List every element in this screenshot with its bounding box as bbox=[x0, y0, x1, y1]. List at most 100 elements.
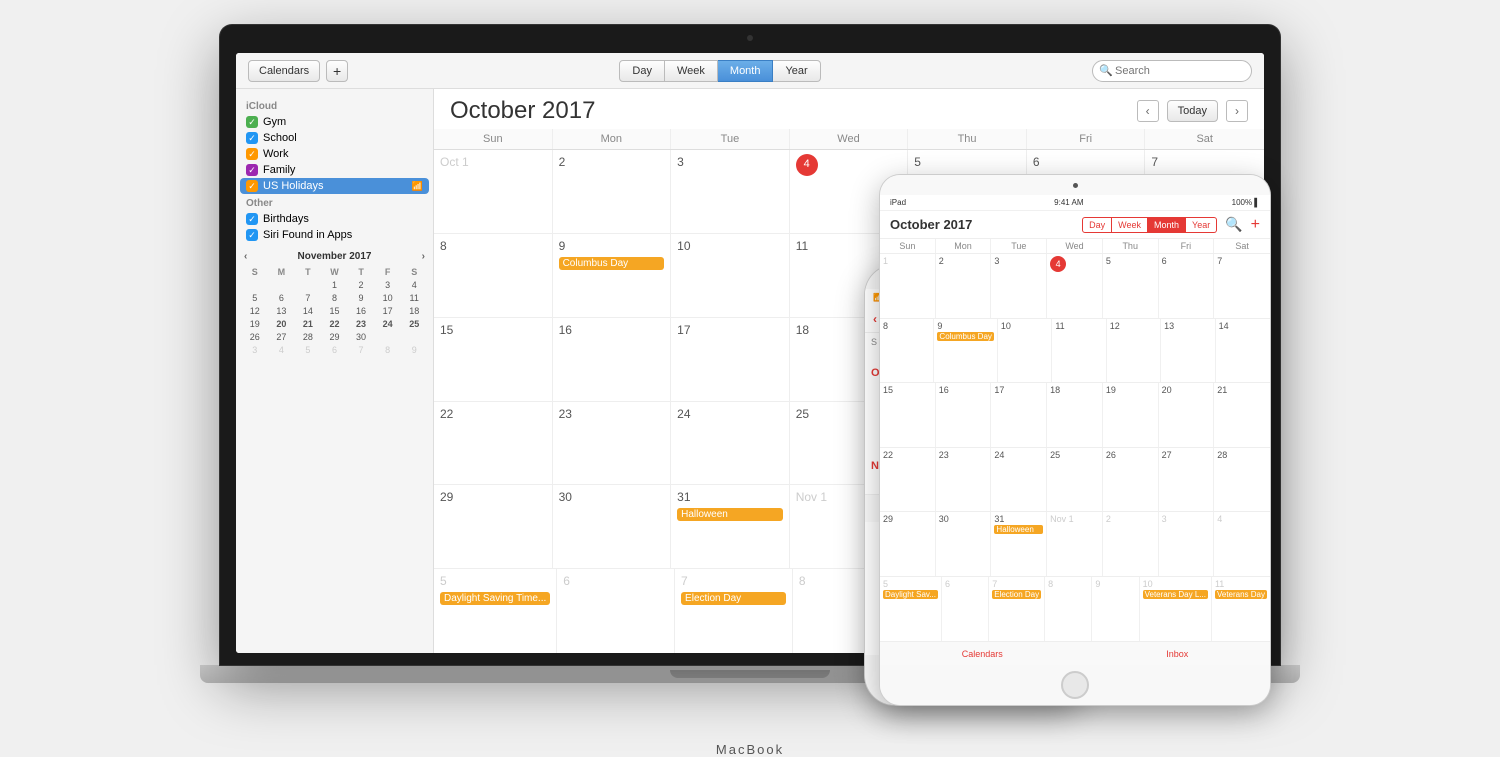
mini-cell[interactable]: 22 bbox=[322, 318, 348, 330]
table-row[interactable]: 30 bbox=[936, 512, 992, 576]
mini-cell[interactable]: 6 bbox=[322, 344, 348, 356]
mini-cell[interactable]: 21 bbox=[295, 318, 321, 330]
prev-month-button[interactable]: ‹ bbox=[1137, 100, 1159, 122]
table-row[interactable]: 4 bbox=[1214, 512, 1270, 576]
mini-cell[interactable] bbox=[269, 279, 295, 291]
table-row[interactable]: 31 Halloween bbox=[671, 485, 790, 568]
mini-cell[interactable]: 4 bbox=[269, 344, 295, 356]
table-row[interactable]: 28 bbox=[1214, 448, 1270, 512]
table-row[interactable]: 30 bbox=[553, 485, 672, 568]
columbus-day-event[interactable]: Columbus Day bbox=[559, 257, 665, 270]
ipad-veterans-event2[interactable]: Veterans Day bbox=[1215, 590, 1267, 599]
table-row[interactable]: 20 bbox=[1159, 383, 1215, 447]
sidebar-item-gym[interactable]: ✓ Gym bbox=[236, 114, 433, 130]
birthdays-checkbox[interactable]: ✓ bbox=[246, 213, 258, 225]
ipad-add-icon[interactable]: + bbox=[1251, 216, 1260, 234]
sidebar-item-school[interactable]: ✓ School bbox=[236, 130, 433, 146]
ipad-home-button[interactable] bbox=[1061, 671, 1089, 699]
mini-cell[interactable]: 17 bbox=[375, 305, 401, 317]
mini-cell[interactable]: 3 bbox=[242, 344, 268, 356]
mini-cell[interactable]: 4 bbox=[401, 279, 427, 291]
mini-cell[interactable]: 12 bbox=[242, 305, 268, 317]
table-row[interactable]: 26 bbox=[1103, 448, 1159, 512]
table-row[interactable]: 8 bbox=[434, 234, 553, 317]
table-row[interactable]: 7 Election Day bbox=[675, 569, 793, 653]
table-row[interactable]: 6 bbox=[557, 569, 675, 653]
table-row[interactable]: 22 bbox=[434, 402, 553, 485]
mini-cell[interactable]: 30 bbox=[348, 331, 374, 343]
family-checkbox[interactable]: ✓ bbox=[246, 164, 258, 176]
table-row[interactable]: 3 bbox=[1159, 512, 1215, 576]
table-row[interactable]: 16 bbox=[553, 318, 672, 401]
table-row[interactable]: 23 bbox=[936, 448, 992, 512]
table-row[interactable]: 29 bbox=[880, 512, 936, 576]
table-row[interactable]: 18 bbox=[1047, 383, 1103, 447]
ipad-month-btn[interactable]: Month bbox=[1148, 217, 1186, 233]
table-row[interactable]: Oct 1 bbox=[434, 150, 553, 233]
table-row[interactable]: 3 bbox=[991, 254, 1047, 318]
table-row[interactable]: 16 bbox=[936, 383, 992, 447]
mini-cell[interactable]: 5 bbox=[295, 344, 321, 356]
mini-cell[interactable] bbox=[401, 331, 427, 343]
mini-cell[interactable]: 7 bbox=[295, 292, 321, 304]
table-row[interactable]: 31 Halloween bbox=[991, 512, 1047, 576]
mini-cell[interactable] bbox=[242, 279, 268, 291]
table-row[interactable]: 5 Daylight Sav... bbox=[880, 577, 942, 642]
table-row[interactable]: 4 bbox=[1047, 254, 1103, 318]
sidebar-item-family[interactable]: ✓ Family bbox=[236, 162, 433, 178]
table-row[interactable]: 8 bbox=[880, 319, 934, 383]
sidebar-item-work[interactable]: ✓ Work bbox=[236, 146, 433, 162]
mini-cell[interactable]: 25 bbox=[401, 318, 427, 330]
mini-cell[interactable]: 14 bbox=[295, 305, 321, 317]
halloween-event[interactable]: Halloween bbox=[677, 508, 783, 521]
ipad-calendars-btn[interactable]: Calendars bbox=[962, 649, 1003, 659]
table-row[interactable]: 9 Columbus Day bbox=[934, 319, 997, 383]
table-row[interactable]: 27 bbox=[1159, 448, 1215, 512]
election-day-event[interactable]: Election Day bbox=[681, 592, 786, 605]
table-row[interactable]: 9 Columbus Day bbox=[553, 234, 672, 317]
mini-cell[interactable]: 24 bbox=[375, 318, 401, 330]
table-row[interactable]: 8 bbox=[1045, 577, 1092, 642]
mini-cell[interactable]: 16 bbox=[348, 305, 374, 317]
table-row[interactable]: 24 bbox=[671, 402, 790, 485]
ipad-dst-event[interactable]: Daylight Sav... bbox=[883, 590, 938, 599]
mini-cell[interactable]: 29 bbox=[322, 331, 348, 343]
mini-cell[interactable]: 7 bbox=[348, 344, 374, 356]
mini-cell[interactable]: 15 bbox=[322, 305, 348, 317]
table-row[interactable]: 10 Veterans Day L... bbox=[1140, 577, 1212, 642]
mini-cell[interactable]: 13 bbox=[269, 305, 295, 317]
ipad-day-btn[interactable]: Day bbox=[1082, 217, 1112, 233]
table-row[interactable]: 21 bbox=[1214, 383, 1270, 447]
mini-cal-prev[interactable]: ‹ bbox=[244, 251, 247, 262]
table-row[interactable]: 12 bbox=[1107, 319, 1161, 383]
today-button[interactable]: Today bbox=[1167, 100, 1218, 122]
ipad-veterans-event[interactable]: Veterans Day L... bbox=[1143, 590, 1208, 599]
calendars-button[interactable]: Calendars bbox=[248, 60, 320, 82]
mini-cell[interactable] bbox=[375, 331, 401, 343]
table-row[interactable]: 24 bbox=[991, 448, 1047, 512]
table-row[interactable]: 2 bbox=[1103, 512, 1159, 576]
mini-cell[interactable]: 11 bbox=[401, 292, 427, 304]
table-row[interactable]: 7 bbox=[1214, 254, 1270, 318]
table-row[interactable]: 6 bbox=[1159, 254, 1215, 318]
view-month-button[interactable]: Month bbox=[718, 60, 774, 82]
ipad-year-btn[interactable]: Year bbox=[1186, 217, 1217, 233]
next-month-button[interactable]: › bbox=[1226, 100, 1248, 122]
table-row[interactable]: 19 bbox=[1103, 383, 1159, 447]
siri-apps-checkbox[interactable]: ✓ bbox=[246, 229, 258, 241]
table-row[interactable]: 11 bbox=[1052, 319, 1106, 383]
table-row[interactable]: 7 Election Day bbox=[989, 577, 1045, 642]
mini-cell[interactable]: 27 bbox=[269, 331, 295, 343]
table-row[interactable]: 17 bbox=[991, 383, 1047, 447]
table-row[interactable]: 29 bbox=[434, 485, 553, 568]
table-row[interactable]: Nov 1 bbox=[1047, 512, 1103, 576]
mini-cell[interactable]: 28 bbox=[295, 331, 321, 343]
gym-checkbox[interactable]: ✓ bbox=[246, 116, 258, 128]
table-row[interactable]: 25 bbox=[1047, 448, 1103, 512]
mini-cell[interactable]: 19 bbox=[242, 318, 268, 330]
search-input[interactable] bbox=[1092, 60, 1252, 82]
table-row[interactable]: 10 bbox=[998, 319, 1052, 383]
mini-cell[interactable] bbox=[295, 279, 321, 291]
ipad-inbox-btn[interactable]: Inbox bbox=[1166, 649, 1188, 659]
ipad-columbus-event[interactable]: Columbus Day bbox=[937, 332, 993, 341]
